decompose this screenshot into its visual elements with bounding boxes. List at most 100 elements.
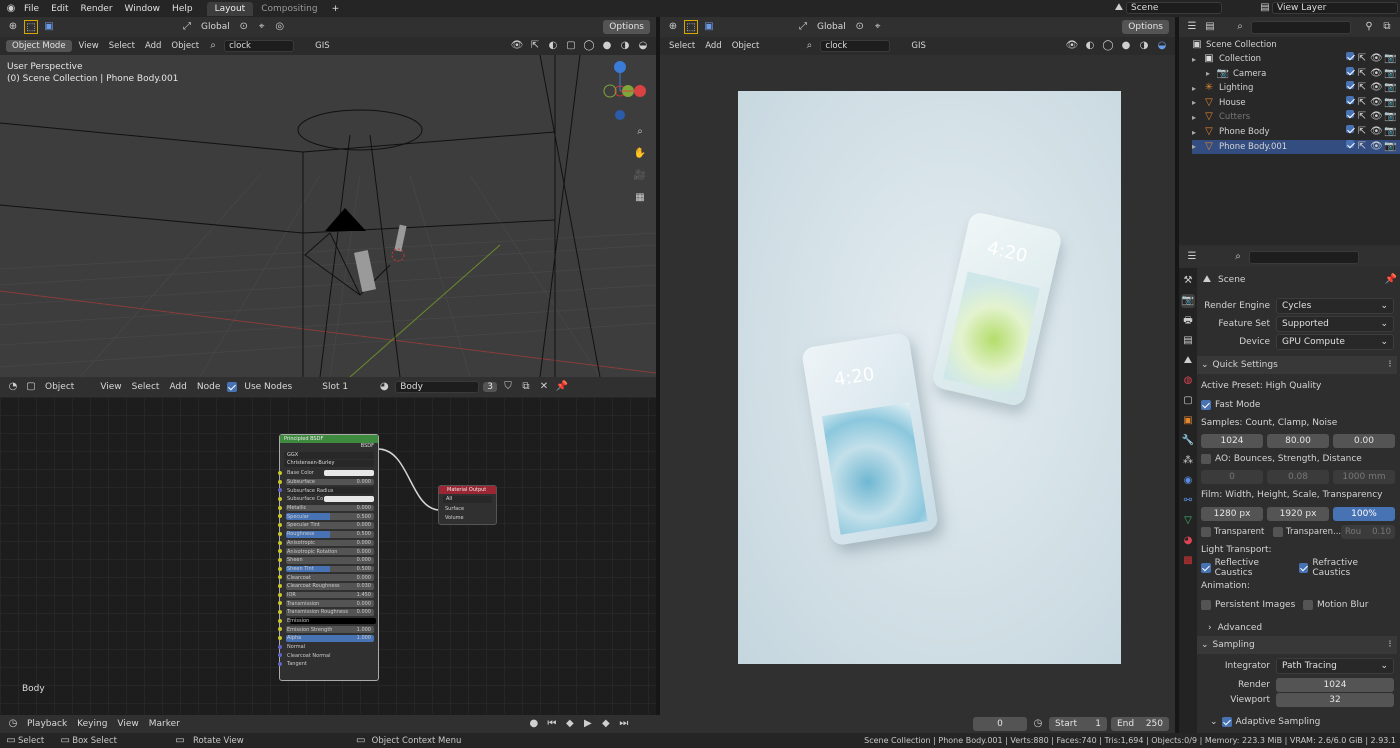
outliner-item[interactable]: ▸ 📷 Camera ⇱ 👁 📷	[1192, 66, 1400, 81]
samples-noise-field[interactable]: 0.00	[1333, 434, 1395, 448]
expand-arrow-icon[interactable]: ▸	[1192, 55, 1202, 64]
bsdf-input-row[interactable]: Emission	[278, 617, 378, 626]
transparent-glass-checkbox[interactable]	[1273, 527, 1283, 537]
bsdf-input-row[interactable]: Sheen Tint 0.500	[278, 565, 378, 574]
shading-rendered-icon[interactable]: ◒	[636, 39, 650, 53]
render-menu-add[interactable]: Add	[702, 41, 724, 51]
collection-tab-icon[interactable]: ▢	[1181, 394, 1195, 408]
integrator-dropdown[interactable]: Path Tracing ⌄	[1276, 658, 1394, 674]
camera-render-icon[interactable]: 📷	[1384, 125, 1396, 139]
bsdf-input-row[interactable]: Metallic 0.000	[278, 504, 378, 513]
camera-render-icon[interactable]: 📷	[1384, 67, 1396, 81]
area-divider-vertical[interactable]	[656, 17, 660, 715]
render-transform-orientation[interactable]: Global	[814, 22, 849, 32]
input-socket[interactable]	[278, 583, 282, 588]
object-mode-dropdown[interactable]: Object Mode	[6, 40, 72, 52]
world-tab-icon[interactable]: ◍	[1181, 374, 1195, 388]
eye-icon[interactable]: 👁	[1370, 125, 1383, 139]
play-icon[interactable]: ▶	[581, 717, 595, 731]
outliner-item[interactable]: ▸ ▽ Cutters ⇱ 👁 📷	[1192, 110, 1400, 124]
bsdf-input-row[interactable]: Transmission Roughness 0.000	[278, 608, 378, 617]
keying-menu[interactable]: Keying	[74, 719, 110, 729]
grid-view-icon[interactable]: ▦	[633, 191, 647, 205]
input-socket[interactable]	[278, 618, 282, 623]
pin-icon[interactable]: 📌	[555, 380, 569, 394]
input-socket[interactable]	[278, 514, 282, 519]
tab-compositing[interactable]: Compositing	[253, 2, 325, 16]
exclude-checkbox[interactable]	[1346, 110, 1354, 119]
render-engine-dropdown[interactable]: Cycles ⌄	[1276, 298, 1394, 314]
camera-render-icon[interactable]: 📷	[1384, 96, 1396, 110]
bsdf-input-row[interactable]: Clearcoat Normal	[278, 651, 378, 660]
input-socket[interactable]	[278, 488, 282, 493]
view-layer-selector[interactable]: ▤ View Layer	[1258, 1, 1398, 15]
bsdf-input-row[interactable]: Clearcoat 0.000	[278, 573, 378, 582]
film-width-field[interactable]: 1280 px	[1201, 507, 1263, 521]
reflective-caustics-checkbox[interactable]	[1201, 563, 1211, 573]
input-socket[interactable]	[278, 497, 282, 502]
modifier-tab-icon[interactable]: 🔧	[1181, 434, 1195, 448]
scene-tab-icon[interactable]: ⛰	[1181, 354, 1195, 368]
menu-edit[interactable]: Edit	[45, 4, 74, 14]
input-socket[interactable]	[278, 644, 282, 649]
select-toggle-icon[interactable]: ⇱	[1356, 110, 1368, 124]
expand-arrow-icon[interactable]: ▸	[1192, 113, 1202, 122]
render-overlay-icon[interactable]: ◐	[1083, 39, 1097, 53]
eye-icon[interactable]: 👁	[1370, 81, 1383, 95]
next-keyframe-icon[interactable]: ◆	[599, 717, 613, 731]
properties-editor-icon[interactable]: ☰	[1185, 250, 1199, 264]
material-output-node[interactable]: Material Output All Surface Volume	[438, 485, 497, 525]
display-mode-icon[interactable]: ▤	[1203, 20, 1217, 34]
properties-search-input[interactable]	[1249, 250, 1359, 264]
exclude-checkbox[interactable]	[1346, 81, 1354, 90]
select-mode-icon[interactable]: ▣	[42, 20, 56, 34]
select-toggle-icon[interactable]: ⇱	[1356, 52, 1368, 66]
bsdf-input-row[interactable]: Roughness 0.500	[278, 530, 378, 539]
render-snap-icon[interactable]: ⌖	[871, 20, 885, 34]
tab-layout[interactable]: Layout	[206, 1, 254, 16]
material-name-field[interactable]: Body	[395, 381, 480, 393]
physics-tab-icon[interactable]: ◉	[1181, 474, 1195, 488]
outliner-item[interactable]: ▸ ▣ Collection ⇱ 👁 📷	[1192, 52, 1400, 66]
constraints-tab-icon[interactable]: ⚯	[1181, 494, 1195, 508]
jump-end-icon[interactable]: ⏭	[617, 717, 631, 731]
expand-arrow-icon[interactable]: ▸	[1192, 128, 1202, 137]
outliner-scene-collection[interactable]: ▣ Scene Collection	[1190, 38, 1400, 52]
bsdf-input-row[interactable]: Specular Tint 0.000	[278, 521, 378, 530]
input-socket[interactable]	[278, 575, 282, 580]
bsdf-input-row[interactable]: Base Color	[278, 469, 378, 478]
filter-icon[interactable]: ⚲	[1362, 20, 1376, 34]
render-viewport[interactable]: 4:20 4:20	[660, 55, 1175, 715]
advanced-subpanel[interactable]: › Advanced	[1208, 619, 1400, 637]
bsdf-input-row[interactable]: Anisotropic Rotation 0.000	[278, 547, 378, 556]
bsdf-input-row[interactable]: Subsurface Radius	[278, 486, 378, 495]
menu-help[interactable]: Help	[166, 4, 199, 14]
camera-render-icon[interactable]: 📷	[1384, 81, 1396, 95]
particles-tab-icon[interactable]: ⁂	[1181, 454, 1195, 468]
expand-arrow-icon[interactable]: ▸	[1192, 84, 1202, 93]
principled-bsdf-node[interactable]: Principled BSDF BSDF GGX Christensen-Bur…	[278, 434, 379, 681]
render-samples-field[interactable]: 1024	[1276, 678, 1394, 692]
data-tab-icon[interactable]: ▽	[1181, 514, 1195, 528]
viewport-3d[interactable]: User Perspective (0) Scene Collection | …	[0, 55, 656, 377]
input-socket[interactable]	[278, 523, 282, 528]
new-collection-icon[interactable]: ⧉	[1380, 20, 1394, 34]
outliner-item[interactable]: ▸ ✳ Lighting ⇱ 👁 📷	[1192, 81, 1400, 95]
prev-keyframe-icon[interactable]: ◆	[563, 717, 577, 731]
pivot-icon[interactable]: ⊙	[237, 20, 251, 34]
expand-arrow-icon[interactable]: ▸	[1192, 142, 1202, 151]
camera-render-icon[interactable]: 📷	[1384, 110, 1396, 124]
exclude-checkbox[interactable]	[1346, 139, 1354, 148]
outliner-item[interactable]: ▸ ▽ Phone Body ⇱ 👁 📷	[1192, 125, 1400, 139]
input-socket[interactable]	[278, 471, 282, 475]
exclude-checkbox[interactable]	[1346, 52, 1354, 60]
shading-wire-icon[interactable]: ◯	[582, 39, 596, 53]
end-frame-field[interactable]: End 250	[1111, 717, 1169, 731]
view-layer-tab-icon[interactable]: ▤	[1181, 334, 1195, 348]
preview-range-icon[interactable]: ◷	[1031, 717, 1045, 731]
outliner-editor-icon[interactable]: ☰	[1185, 20, 1199, 34]
expand-arrow-icon[interactable]: ▸	[1206, 69, 1216, 78]
fake-user-icon[interactable]: ⛉	[501, 380, 515, 394]
editor-type-icon[interactable]: ⊕	[6, 20, 20, 34]
bsdf-input-row[interactable]: Normal	[278, 643, 378, 652]
